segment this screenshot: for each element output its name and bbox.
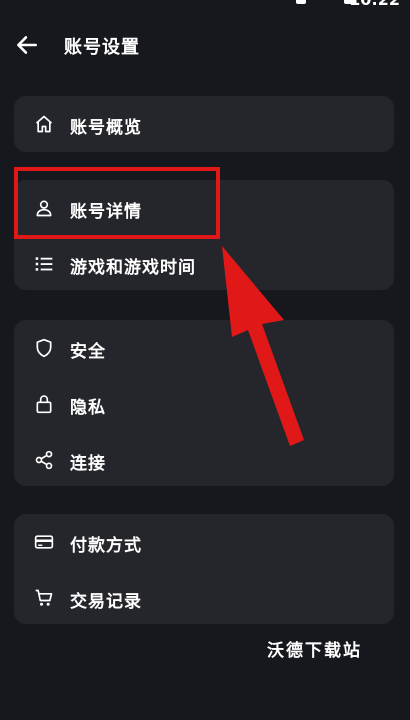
menu-item-label: 交易记录 bbox=[70, 592, 142, 612]
arrow-left-icon bbox=[17, 36, 37, 54]
list-icon bbox=[35, 257, 53, 271]
menu-item-security[interactable]: 安全 bbox=[14, 326, 394, 370]
home-icon bbox=[35, 115, 53, 133]
menu-item-label: 连接 bbox=[70, 454, 106, 474]
header: 账号设置 bbox=[0, 22, 410, 66]
share-icon bbox=[35, 450, 53, 470]
lock-icon bbox=[36, 395, 52, 414]
menu-item-label: 隐私 bbox=[70, 398, 106, 418]
signal-icon bbox=[296, 0, 306, 4]
menu-item-privacy[interactable]: 隐私 bbox=[14, 382, 394, 426]
annotation-highlight-box bbox=[14, 167, 220, 239]
menu-item-label: 付款方式 bbox=[70, 536, 142, 556]
menu-item-label: 游戏和游戏时间 bbox=[70, 258, 196, 278]
shield-icon bbox=[36, 338, 52, 358]
cart-icon bbox=[35, 589, 53, 606]
watermark-text: 沃德下载站 bbox=[267, 641, 362, 661]
menu-group-security: 安全 隐私 连接 bbox=[14, 320, 394, 486]
menu-group-overview: 账号概览 bbox=[14, 96, 394, 152]
back-button[interactable] bbox=[14, 32, 40, 58]
menu-item-transaction-history[interactable]: 交易记录 bbox=[14, 576, 394, 620]
page-title: 账号设置 bbox=[64, 37, 140, 58]
menu-item-payment-methods[interactable]: 付款方式 bbox=[14, 520, 394, 564]
menu-group-payments: 付款方式 交易记录 bbox=[14, 514, 394, 624]
status-time: 10:22 bbox=[349, 0, 400, 9]
credit-card-icon bbox=[34, 535, 54, 549]
menu-item-games-and-playtime[interactable]: 游戏和游戏时间 bbox=[14, 242, 394, 286]
menu-item-label: 安全 bbox=[70, 342, 106, 362]
menu-item-connections[interactable]: 连接 bbox=[14, 438, 394, 482]
menu-item-label: 账号概览 bbox=[70, 118, 142, 138]
menu-item-account-overview[interactable]: 账号概览 bbox=[14, 102, 394, 146]
status-bar: 10:22 bbox=[0, 0, 410, 9]
